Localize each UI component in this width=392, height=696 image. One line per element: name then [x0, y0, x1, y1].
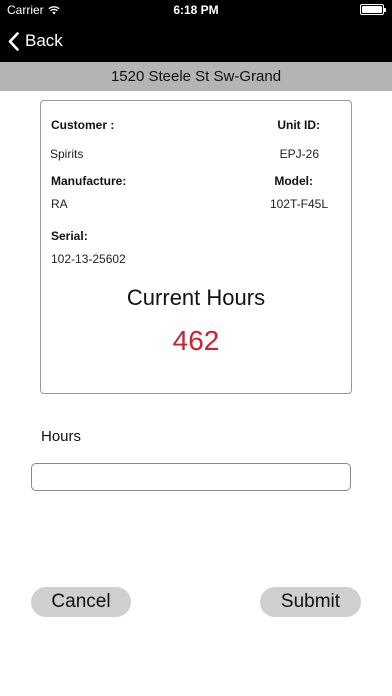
- current-hours-value: 462: [172, 325, 220, 356]
- back-label: Back: [25, 31, 63, 50]
- screen: Carrier 6:18 PM Back 1520 Steele St Sw-G…: [0, 0, 392, 696]
- unit-id-label: Unit ID:: [277, 118, 320, 132]
- customer-label: Customer :: [51, 118, 115, 132]
- top-bar: Carrier 6:18 PM Back: [0, 0, 392, 62]
- serial-value: 102-13-25602: [51, 252, 126, 266]
- address-header: 1520 Steele St Sw-Grand: [0, 62, 392, 91]
- customer-value: Spirits: [50, 147, 84, 161]
- unit-id-value: EPJ-26: [279, 147, 319, 161]
- manufacture-value: RA: [51, 197, 68, 211]
- current-hours-title: Current Hours: [126, 285, 266, 310]
- address-text: 1520 Steele St Sw-Grand: [110, 68, 282, 85]
- manufacture-label: Manufacture:: [51, 174, 127, 188]
- hours-input[interactable]: [31, 463, 351, 491]
- model-value: 102T-F45L: [269, 197, 328, 211]
- serial-label: Serial:: [51, 229, 88, 243]
- unit-info-card: Customer : Spirits Unit ID: EPJ-26 Manuf…: [40, 100, 352, 394]
- back-chevron-icon: [8, 31, 19, 51]
- battery-icon: [360, 4, 386, 15]
- status-time: 6:18 PM: [173, 3, 219, 17]
- model-label: Model:: [274, 174, 313, 188]
- back-button[interactable]: Back: [8, 28, 63, 54]
- cancel-button[interactable]: Cancel: [31, 587, 131, 617]
- submit-button[interactable]: Submit: [260, 587, 361, 617]
- hours-label: Hours: [41, 428, 82, 445]
